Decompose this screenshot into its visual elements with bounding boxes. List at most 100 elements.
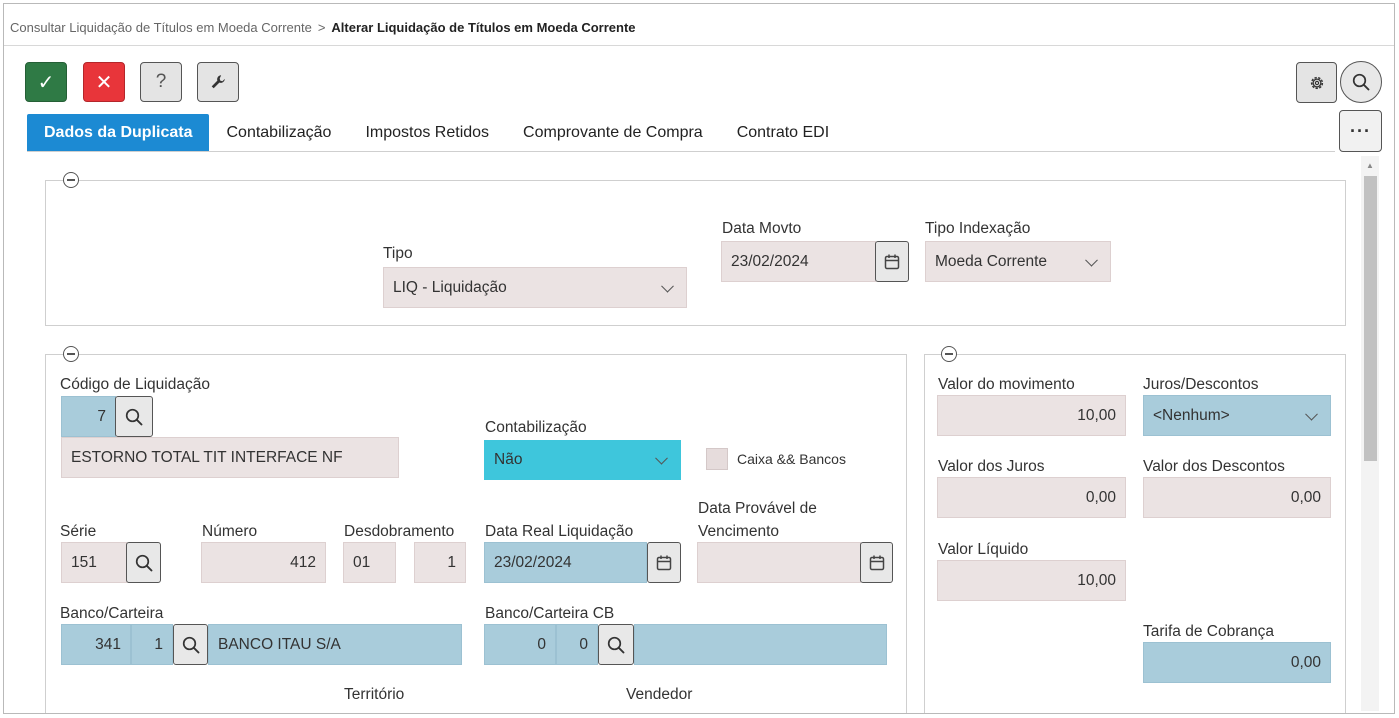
juros-descontos-select[interactable]: <Nenhum> [1143,395,1331,436]
valor-descontos-label: Valor dos Descontos [1143,458,1285,475]
valor-juros-field[interactable]: 0,00 [937,477,1126,518]
tarifa-cobranca-field[interactable]: 0,00 [1143,642,1331,683]
data-movto-value: 23/02/2024 [731,252,809,270]
confirm-button[interactable]: ✓ [25,62,67,102]
vertical-scrollbar[interactable]: ▲ [1361,156,1379,711]
tab-impostos-retidos[interactable]: Impostos Retidos [348,114,506,151]
valor-movimento-field[interactable]: 10,00 [937,395,1126,436]
banco-field[interactable]: 341 [61,624,131,665]
valor-movimento-value: 10,00 [1077,406,1116,424]
numero-field[interactable]: 412 [201,542,326,583]
tipo-indexacao-value: Moeda Corrente [935,252,1048,270]
banco-nome-value: BANCO ITAU S/A [218,635,341,653]
search-button[interactable] [1340,61,1382,103]
numero-label: Número [202,523,258,540]
banco-cb-value: 0 [537,635,546,653]
banco-cb-nome-field [634,624,887,665]
search-icon [181,635,201,655]
banco-value: 341 [95,635,121,653]
codigo-liquidacao-value: 7 [97,407,106,425]
collapse-icon[interactable] [63,346,79,362]
contabilizacao-value: Não [494,451,523,468]
data-provavel-vencimento-field[interactable] [697,542,861,583]
valor-descontos-value: 0,00 [1290,488,1321,506]
chevron-down-icon [1305,407,1318,421]
help-icon: ? [155,71,167,92]
carteira-field[interactable]: 1 [131,624,173,665]
check-icon: ✓ [37,71,55,94]
cancel-button[interactable]: ✕ [83,62,125,102]
tipo-value: LIQ - Liquidação [393,278,507,296]
collapse-icon[interactable] [63,172,79,188]
tab-bar: Dados da Duplicata Contabilização Impost… [27,114,846,151]
tab-contabilizacao[interactable]: Contabilização [209,114,348,151]
collapse-icon[interactable] [941,346,957,362]
desdobramento-value-2: 1 [447,553,456,571]
data-movto-calendar-button[interactable] [875,241,909,282]
valor-liquido-value: 10,00 [1077,571,1116,589]
tipo-select[interactable]: LIQ - Liquidação [383,267,687,308]
data-movto-label: Data Movto [722,220,802,237]
desdobramento-label: Desdobramento [344,523,455,540]
calendar-icon [655,554,673,572]
codigo-liquidacao-search-button[interactable] [115,396,153,437]
contabilizacao-label: Contabilização [485,419,587,436]
data-movto-field[interactable]: 23/02/2024 [721,241,876,282]
scroll-thumb[interactable] [1364,176,1377,461]
tab-dados-da-duplicata[interactable]: Dados da Duplicata [27,114,210,151]
app-window: Consultar Liquidação de Títulos em Moeda… [3,3,1395,714]
search-icon [124,407,144,427]
serie-search-button[interactable] [126,542,161,583]
data-provavel-vencimento-label-line2: Vencimento [698,523,779,540]
help-button[interactable]: ? [140,62,182,102]
carteira-cb-value: 0 [579,635,588,653]
tipo-label: Tipo [383,245,413,262]
tab-contrato-edi[interactable]: Contrato EDI [720,114,846,151]
desdobramento-field-2[interactable]: 1 [414,542,466,583]
wrench-icon [211,75,225,89]
desdobramento-field-1[interactable]: 01 [343,542,396,583]
tipo-indexacao-select[interactable]: Moeda Corrente [925,241,1111,282]
banco-cb-field[interactable]: 0 [484,624,556,665]
data-real-liquidacao-field[interactable]: 23/02/2024 [484,542,647,583]
data-provavel-vencimento-calendar-button[interactable] [860,542,893,583]
chevron-down-icon [655,451,668,465]
more-options-button[interactable]: ··· [1339,110,1382,152]
valor-descontos-field[interactable]: 0,00 [1143,477,1331,518]
codigo-liquidacao-field[interactable]: 7 [61,396,116,437]
caixa-bancos-checkbox[interactable] [706,448,728,470]
breadcrumb-parent-link[interactable]: Consultar Liquidação de Títulos em Moeda… [10,20,312,35]
tarifa-cobranca-value: 0,00 [1290,653,1321,671]
valor-movimento-label: Valor do movimento [938,376,1075,393]
codigo-liquidacao-label: Código de Liquidação [60,376,210,393]
serie-label: Série [60,523,97,540]
numero-value: 412 [290,553,316,571]
serie-field[interactable]: 151 [61,542,127,583]
search-icon [1351,72,1371,92]
data-real-liquidacao-label: Data Real Liquidação [485,523,634,540]
search-icon [134,553,154,573]
settings-button[interactable] [1296,62,1337,103]
valor-liquido-field[interactable]: 10,00 [937,560,1126,601]
tools-button[interactable] [197,62,239,102]
breadcrumb-current: Alterar Liquidação de Títulos em Moeda C… [331,20,636,35]
data-real-liquidacao-calendar-button[interactable] [647,542,681,583]
vendedor-label: Vendedor [626,686,693,703]
header-divider [4,45,1394,46]
tab-comprovante-de-compra[interactable]: Comprovante de Compra [506,114,720,151]
tipo-indexacao-label: Tipo Indexação [925,220,1031,237]
scroll-up-arrow[interactable]: ▲ [1361,158,1379,172]
territorio-label: Território [344,686,405,703]
carteira-value: 1 [154,635,163,653]
banco-carteira-cb-search-button[interactable] [598,624,634,665]
chevron-down-icon [661,279,674,293]
valor-liquido-label: Valor Líquido [938,541,1029,558]
close-icon: ✕ [95,71,113,94]
banco-carteira-cb-label: Banco/Carteira CB [485,605,615,622]
banco-carteira-search-button[interactable] [173,624,208,665]
codigo-liquidacao-description: ESTORNO TOTAL TIT INTERFACE NF [61,437,399,478]
contabilizacao-select[interactable]: Não [484,440,681,480]
caixa-bancos-label: Caixa && Bancos [737,451,846,467]
breadcrumb: Consultar Liquidação de Títulos em Moeda… [10,20,636,35]
carteira-cb-field[interactable]: 0 [556,624,598,665]
